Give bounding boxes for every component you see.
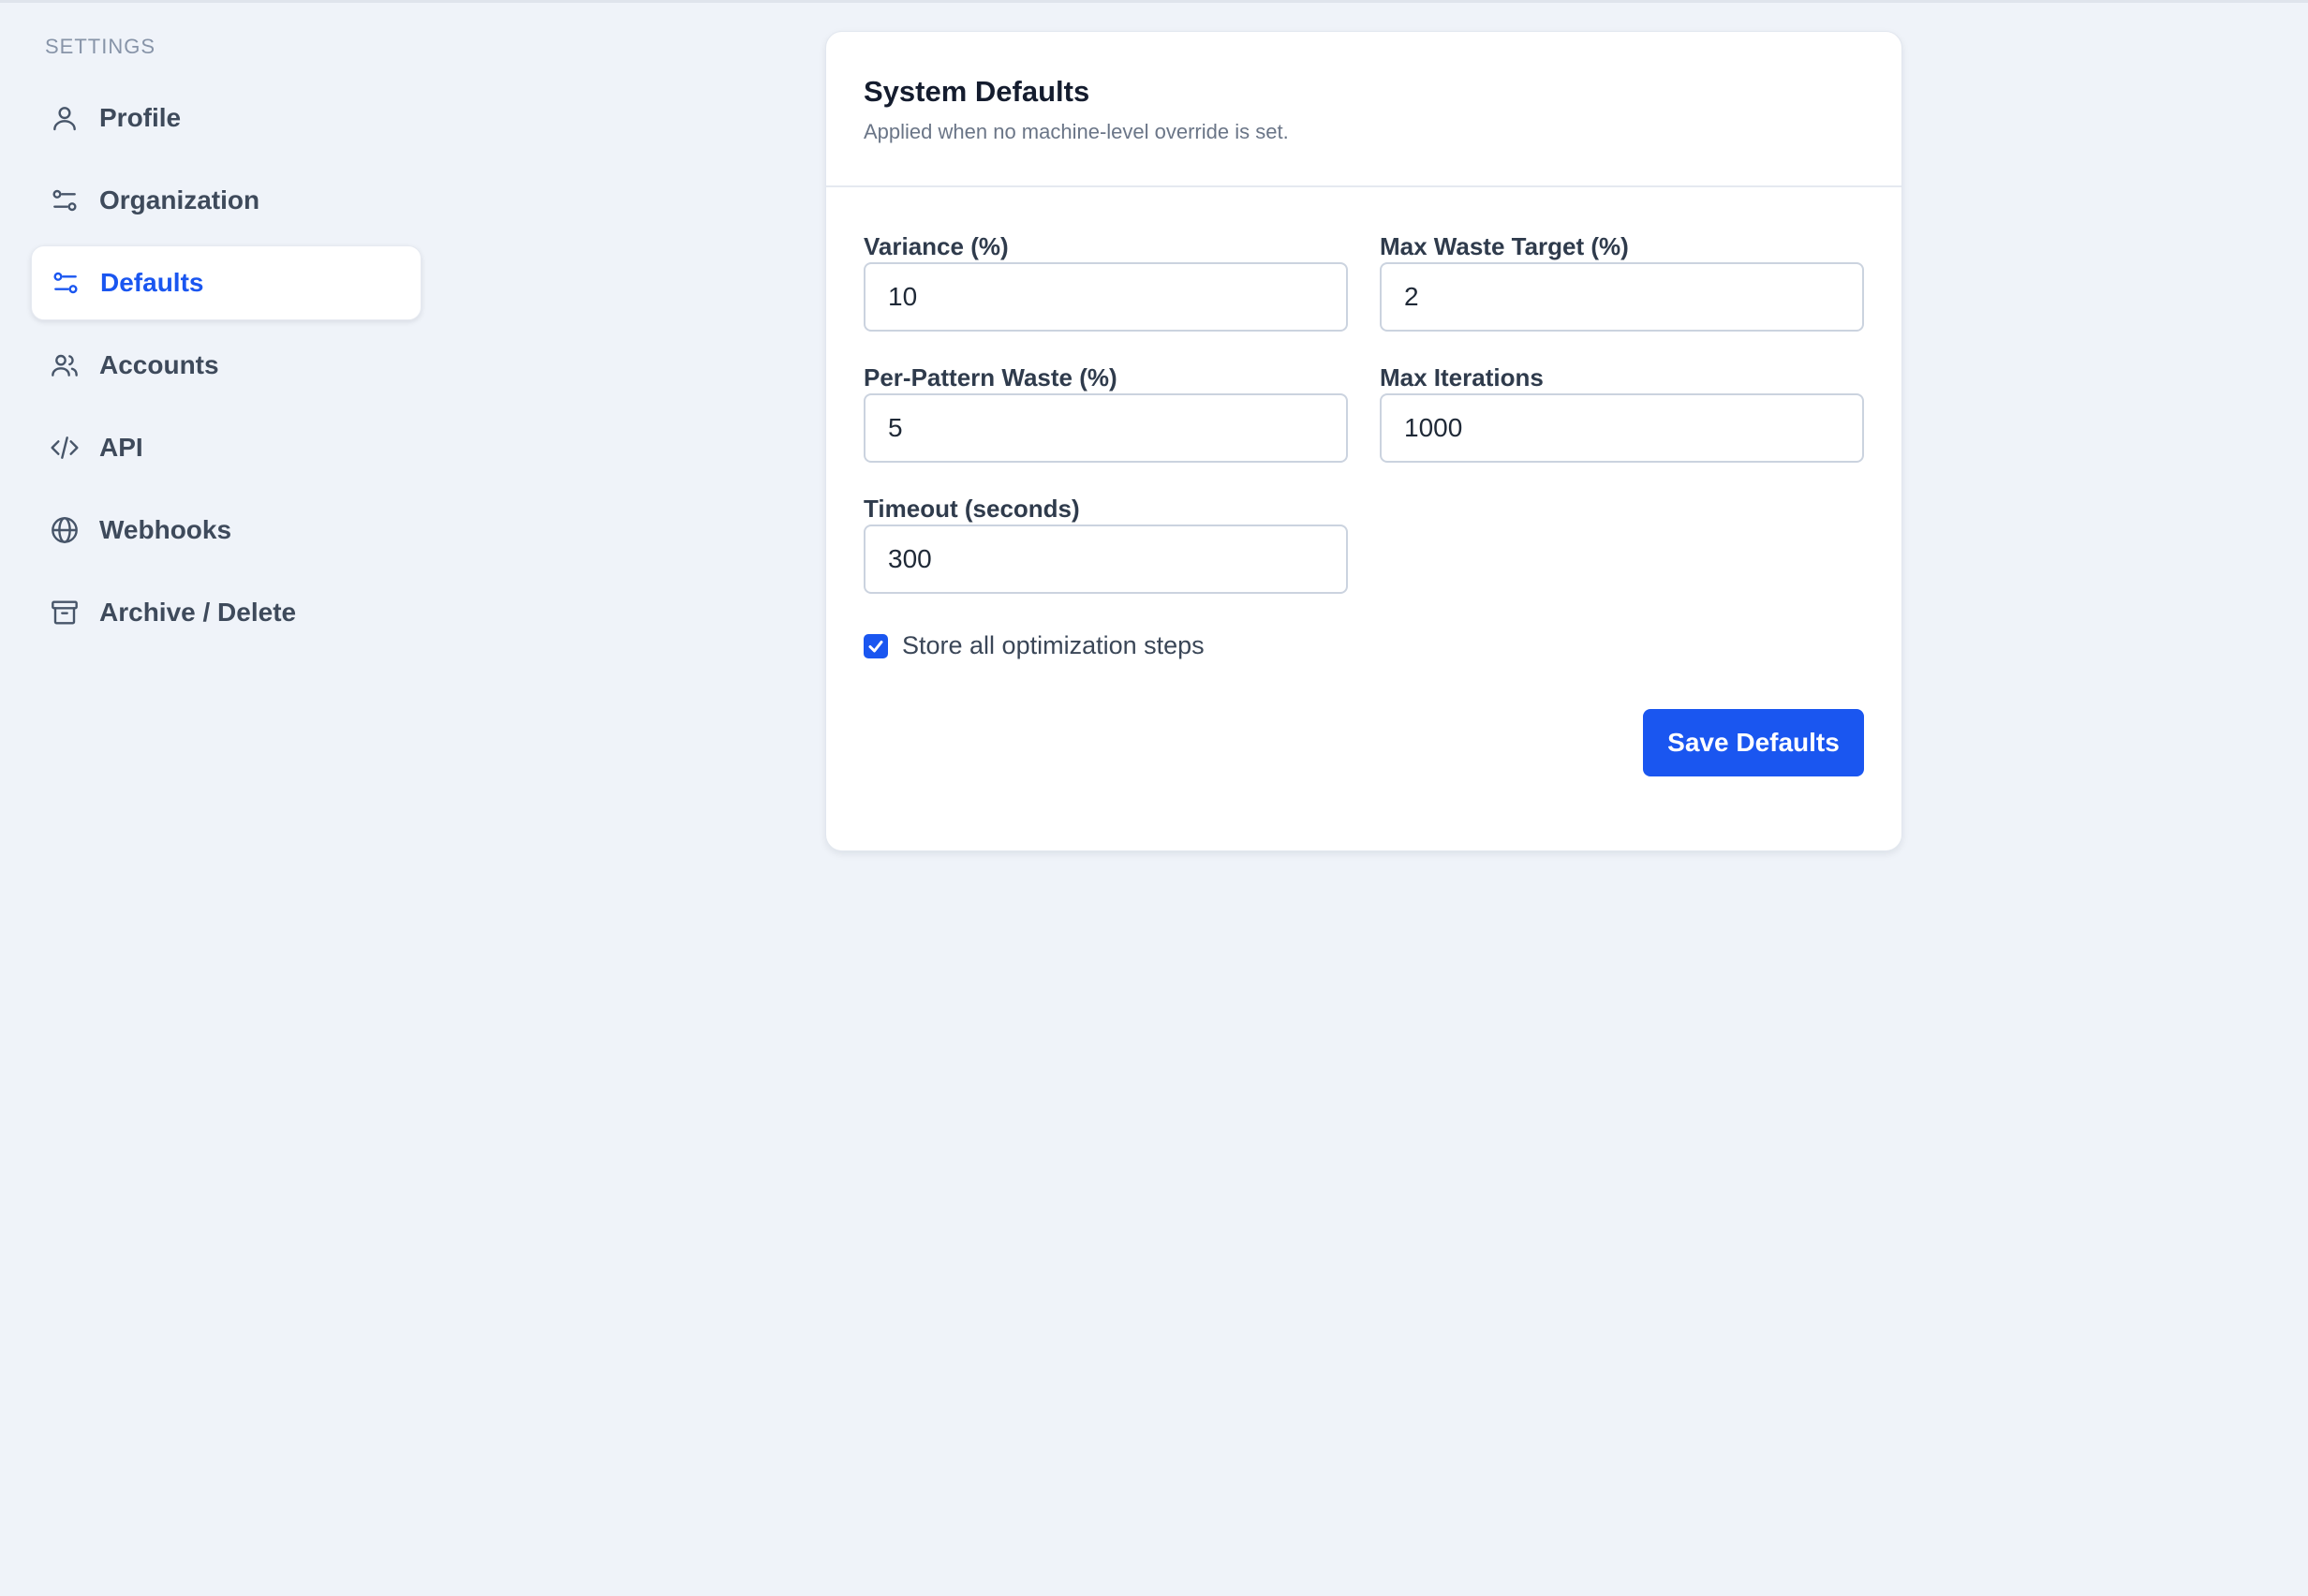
settings-sidebar: SETTINGS Profile Organization Defaults A… [31, 34, 422, 658]
card-actions: Save Defaults [864, 709, 1864, 776]
store-steps-label[interactable]: Store all optimization steps [902, 631, 1205, 660]
sidebar-item-profile[interactable]: Profile [31, 81, 422, 155]
save-defaults-button[interactable]: Save Defaults [1643, 709, 1864, 776]
user-icon [50, 103, 80, 133]
card-body: Variance (%) Max Waste Target (%) Per-Pa… [826, 187, 1901, 776]
sidebar-item-defaults[interactable]: Defaults [31, 245, 422, 320]
per-pattern-waste-input[interactable] [864, 393, 1348, 463]
sidebar-item-organization[interactable]: Organization [31, 163, 422, 238]
store-steps-row: Store all optimization steps [864, 631, 1864, 660]
per-pattern-waste-field: Per-Pattern Waste (%) [864, 362, 1348, 463]
globe-icon [50, 515, 80, 545]
per-pattern-waste-label: Per-Pattern Waste (%) [864, 363, 1117, 392]
variance-field: Variance (%) [864, 230, 1348, 332]
checkmark-icon [868, 640, 883, 652]
card-title: System Defaults [864, 75, 1090, 108]
sidebar-item-label: API [99, 433, 143, 462]
sidebar-item-api[interactable]: API [31, 410, 422, 485]
sliders-icon [50, 185, 80, 215]
system-defaults-card: System Defaults Applied when no machine-… [825, 31, 1902, 851]
card-subtitle: Applied when no machine-level override i… [864, 120, 1289, 143]
sidebar-item-accounts[interactable]: Accounts [31, 328, 422, 403]
sidebar-item-archive-delete[interactable]: Archive / Delete [31, 575, 422, 650]
sidebar-item-label: Profile [99, 103, 182, 132]
code-icon [50, 433, 80, 463]
sidebar-heading: SETTINGS [45, 35, 156, 58]
timeout-input[interactable] [864, 525, 1348, 594]
sidebar-item-label: Defaults [100, 268, 204, 297]
timeout-label: Timeout (seconds) [864, 495, 1080, 523]
max-waste-target-field: Max Waste Target (%) [1380, 230, 1864, 332]
sidebar-item-label: Archive / Delete [99, 598, 297, 627]
defaults-form-grid: Variance (%) Max Waste Target (%) Per-Pa… [864, 230, 1864, 594]
sidebar-item-label: Accounts [99, 350, 219, 379]
settings-nav: Profile Organization Defaults Accounts A… [31, 81, 422, 650]
store-steps-checkbox[interactable] [864, 633, 888, 658]
sidebar-item-webhooks[interactable]: Webhooks [31, 493, 422, 568]
card-header: System Defaults Applied when no machine-… [826, 32, 1901, 187]
sliders-icon [51, 268, 81, 298]
timeout-field: Timeout (seconds) [864, 493, 1348, 594]
sidebar-item-label: Webhooks [99, 515, 232, 544]
variance-input[interactable] [864, 262, 1348, 332]
variance-label: Variance (%) [864, 232, 1009, 260]
top-border [0, 0, 2308, 3]
max-iterations-field: Max Iterations [1380, 362, 1864, 463]
max-iterations-label: Max Iterations [1380, 363, 1544, 392]
archive-icon [50, 598, 80, 628]
max-waste-target-input[interactable] [1380, 262, 1864, 332]
sidebar-item-label: Organization [99, 185, 260, 214]
max-waste-target-label: Max Waste Target (%) [1380, 232, 1629, 260]
max-iterations-input[interactable] [1380, 393, 1864, 463]
users-icon [50, 350, 80, 380]
